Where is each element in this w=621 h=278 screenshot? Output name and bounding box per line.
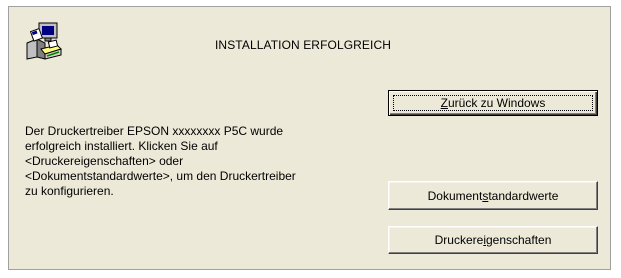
- document-defaults-button[interactable]: Dokumentstandardwerte: [388, 181, 598, 210]
- document-defaults-label: Dokumentstandardwerte: [427, 188, 559, 203]
- printer-setup-icon: [23, 21, 63, 61]
- printer-properties-label: Druckereigenschaften: [434, 233, 552, 247]
- back-to-windows-label: Zurück zu Windows: [440, 96, 546, 110]
- dialog-title: INSTALLATION ERFOLGREICH: [215, 38, 391, 52]
- installation-dialog: INSTALLATION ERFOLGREICH Der Druckertrei…: [8, 6, 611, 270]
- back-to-windows-button[interactable]: Zurück zu Windows: [388, 90, 598, 116]
- installation-message: Der Druckertreiber EPSON xxxxxxxx P5C wu…: [25, 124, 296, 198]
- printer-properties-button[interactable]: Druckereigenschaften: [388, 226, 598, 254]
